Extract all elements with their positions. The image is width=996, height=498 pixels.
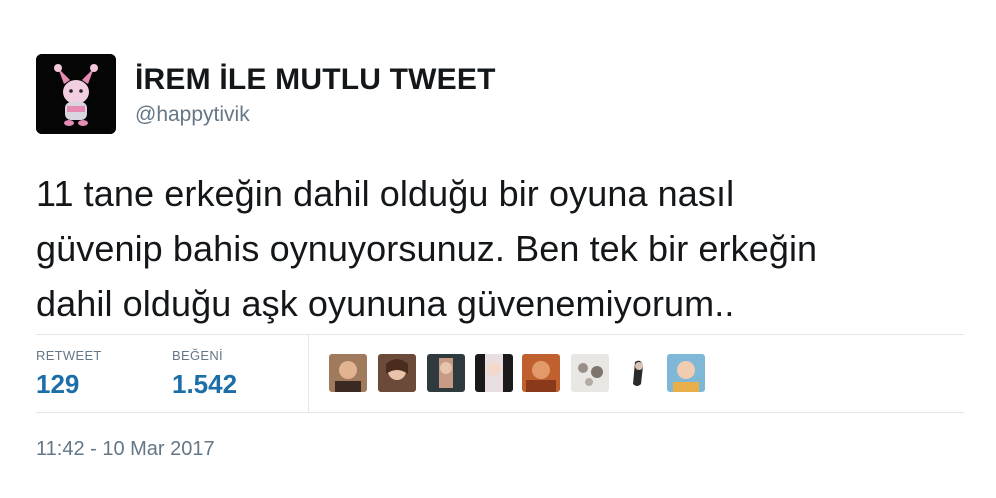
tweet-card: İREM İLE MUTLU TWEET @happytivik 11 tane…	[0, 0, 996, 498]
user-avatar[interactable]	[36, 54, 116, 134]
retweet-count: 129	[36, 369, 80, 399]
liker-avatar[interactable]	[619, 354, 657, 392]
liker-avatar[interactable]	[475, 354, 513, 392]
user-handle[interactable]: @happytivik	[135, 103, 250, 127]
stats-divider-bottom	[36, 412, 964, 413]
liker-avatar[interactable]	[522, 354, 560, 392]
tweet-text-line: 11 tane erkeğin dahil olduğu bir oyuna n…	[36, 173, 735, 214]
like-count: 1.542	[172, 369, 238, 399]
bunny-avatar-icon	[36, 54, 116, 134]
liker-avatar-image	[619, 354, 657, 392]
liker-avatar-image	[427, 354, 465, 392]
retweet-label: RETWEET	[36, 348, 102, 363]
liker-avatar-image	[522, 354, 560, 392]
tweet-text-line: güvenip bahis oynuyorsunuz. Ben tek bir …	[36, 228, 818, 269]
liker-avatar-image	[475, 354, 513, 392]
tweet-timestamp[interactable]: 11:42 - 10 Mar 2017	[36, 438, 215, 461]
liker-avatar-image	[667, 354, 705, 392]
liker-avatar[interactable]	[378, 354, 416, 392]
liker-avatar-image	[329, 354, 367, 392]
liker-avatar-image	[378, 354, 416, 392]
liker-avatar[interactable]	[427, 354, 465, 392]
like-label: BEĞENİ	[172, 348, 223, 363]
like-count-stat[interactable]: BEĞENİ 1.542	[172, 348, 237, 400]
stats-vertical-divider	[308, 335, 309, 412]
liker-avatar[interactable]	[329, 354, 367, 392]
retweet-count-stat[interactable]: RETWEET 129	[36, 348, 102, 400]
tweet-text: 11 tane erkeğin dahil olduğu bir oyuna n…	[36, 166, 966, 331]
liker-avatar[interactable]	[667, 354, 705, 392]
user-display-name[interactable]: İREM İLE MUTLU TWEET	[135, 63, 496, 97]
liker-avatar-image	[571, 354, 609, 392]
tweet-text-line: dahil olduğu aşk oyununa güvenemiyorum..	[36, 283, 735, 324]
stats-divider-top	[36, 334, 964, 335]
liker-avatar[interactable]	[571, 354, 609, 392]
